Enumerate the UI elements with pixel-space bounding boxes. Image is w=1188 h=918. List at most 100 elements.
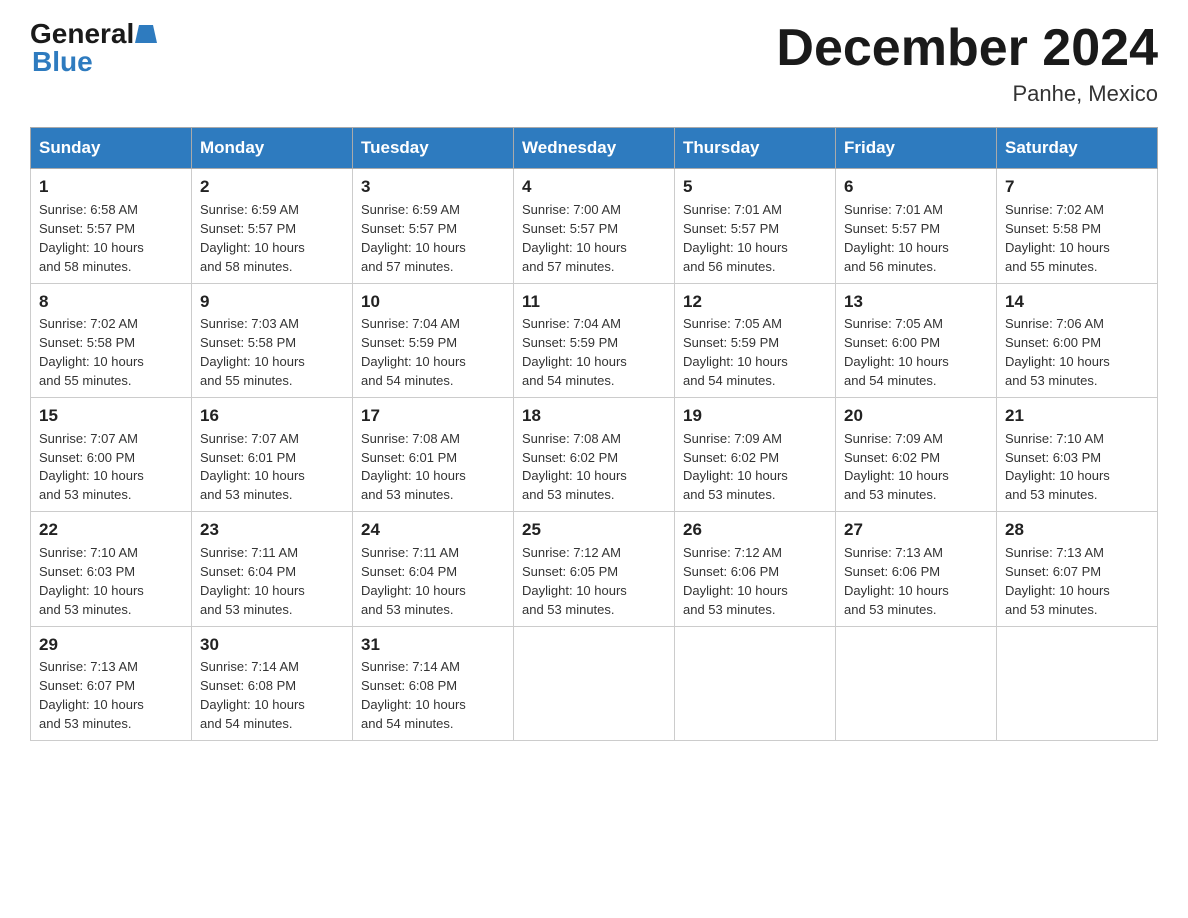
- calendar-cell: [514, 626, 675, 740]
- calendar-cell: 4 Sunrise: 7:00 AM Sunset: 5:57 PM Daylig…: [514, 169, 675, 283]
- day-info: Sunrise: 6:58 AM Sunset: 5:57 PM Dayligh…: [39, 202, 144, 274]
- calendar-cell: 8Sunrise: 7:02 AM Sunset: 5:58 PM Daylig…: [31, 283, 192, 397]
- day-number: 25: [522, 518, 666, 542]
- calendar-cell: 18 Sunrise: 7:08 AM Sunset: 6:02 PM Dayli…: [514, 397, 675, 511]
- calendar-cell: 24 Sunrise: 7:11 AM Sunset: 6:04 PM Dayli…: [353, 512, 514, 626]
- day-info: Sunrise: 7:01 AM Sunset: 5:57 PM Dayligh…: [844, 202, 949, 274]
- day-info: Sunrise: 7:05 AM Sunset: 5:59 PM Dayligh…: [683, 316, 788, 388]
- day-number: 21: [1005, 404, 1149, 428]
- logo-arrow-icon: [135, 25, 157, 43]
- day-info: Sunrise: 7:10 AM Sunset: 6:03 PM Dayligh…: [39, 545, 144, 617]
- week-row-5: 29Sunrise: 7:13 AM Sunset: 6:07 PM Dayli…: [31, 626, 1158, 740]
- page-header: General Blue December 2024 Panhe, Mexico: [30, 20, 1158, 107]
- day-number: 19: [683, 404, 827, 428]
- calendar-cell: 11Sunrise: 7:04 AM Sunset: 5:59 PM Dayli…: [514, 283, 675, 397]
- calendar-cell: 12Sunrise: 7:05 AM Sunset: 5:59 PM Dayli…: [675, 283, 836, 397]
- calendar-cell: 3 Sunrise: 6:59 AM Sunset: 5:57 PM Daylig…: [353, 169, 514, 283]
- day-number: 16: [200, 404, 344, 428]
- calendar-cell: 17 Sunrise: 7:08 AM Sunset: 6:01 PM Dayli…: [353, 397, 514, 511]
- day-info: Sunrise: 7:06 AM Sunset: 6:00 PM Dayligh…: [1005, 316, 1110, 388]
- day-info: Sunrise: 7:13 AM Sunset: 6:06 PM Dayligh…: [844, 545, 949, 617]
- day-number: 9: [200, 290, 344, 314]
- calendar-cell: 13Sunrise: 7:05 AM Sunset: 6:00 PM Dayli…: [836, 283, 997, 397]
- day-info: Sunrise: 7:07 AM Sunset: 6:00 PM Dayligh…: [39, 431, 144, 503]
- day-number: 28: [1005, 518, 1149, 542]
- day-info: Sunrise: 6:59 AM Sunset: 5:57 PM Dayligh…: [361, 202, 466, 274]
- week-row-1: 1 Sunrise: 6:58 AM Sunset: 5:57 PM Daylig…: [31, 169, 1158, 283]
- week-row-3: 15 Sunrise: 7:07 AM Sunset: 6:00 PM Dayli…: [31, 397, 1158, 511]
- day-number: 31: [361, 633, 505, 657]
- day-number: 22: [39, 518, 183, 542]
- day-info: Sunrise: 7:04 AM Sunset: 5:59 PM Dayligh…: [361, 316, 466, 388]
- day-info: Sunrise: 7:02 AM Sunset: 5:58 PM Dayligh…: [1005, 202, 1110, 274]
- calendar-cell: 22 Sunrise: 7:10 AM Sunset: 6:03 PM Dayli…: [31, 512, 192, 626]
- day-number: 1: [39, 175, 183, 199]
- title-section: December 2024 Panhe, Mexico: [776, 20, 1158, 107]
- logo-blue-text: Blue: [32, 46, 93, 78]
- day-number: 5: [683, 175, 827, 199]
- calendar-cell: 31Sunrise: 7:14 AM Sunset: 6:08 PM Dayli…: [353, 626, 514, 740]
- day-number: 14: [1005, 290, 1149, 314]
- calendar-cell: 15 Sunrise: 7:07 AM Sunset: 6:00 PM Dayli…: [31, 397, 192, 511]
- week-row-4: 22 Sunrise: 7:10 AM Sunset: 6:03 PM Dayli…: [31, 512, 1158, 626]
- day-info: Sunrise: 7:07 AM Sunset: 6:01 PM Dayligh…: [200, 431, 305, 503]
- calendar-cell: 5 Sunrise: 7:01 AM Sunset: 5:57 PM Daylig…: [675, 169, 836, 283]
- day-info: Sunrise: 7:08 AM Sunset: 6:01 PM Dayligh…: [361, 431, 466, 503]
- day-number: 23: [200, 518, 344, 542]
- day-number: 29: [39, 633, 183, 657]
- day-info: Sunrise: 7:03 AM Sunset: 5:58 PM Dayligh…: [200, 316, 305, 388]
- week-row-2: 8Sunrise: 7:02 AM Sunset: 5:58 PM Daylig…: [31, 283, 1158, 397]
- calendar-cell: 28 Sunrise: 7:13 AM Sunset: 6:07 PM Dayli…: [997, 512, 1158, 626]
- header-monday: Monday: [192, 128, 353, 169]
- header-wednesday: Wednesday: [514, 128, 675, 169]
- calendar-cell: 29Sunrise: 7:13 AM Sunset: 6:07 PM Dayli…: [31, 626, 192, 740]
- day-info: Sunrise: 7:02 AM Sunset: 5:58 PM Dayligh…: [39, 316, 144, 388]
- day-number: 18: [522, 404, 666, 428]
- calendar-cell: 14Sunrise: 7:06 AM Sunset: 6:00 PM Dayli…: [997, 283, 1158, 397]
- day-number: 13: [844, 290, 988, 314]
- header-tuesday: Tuesday: [353, 128, 514, 169]
- calendar-cell: 23 Sunrise: 7:11 AM Sunset: 6:04 PM Dayli…: [192, 512, 353, 626]
- calendar-cell: [836, 626, 997, 740]
- calendar-cell: 30Sunrise: 7:14 AM Sunset: 6:08 PM Dayli…: [192, 626, 353, 740]
- calendar-cell: 2Sunrise: 6:59 AM Sunset: 5:57 PM Daylig…: [192, 169, 353, 283]
- day-info: Sunrise: 6:59 AM Sunset: 5:57 PM Dayligh…: [200, 202, 305, 274]
- day-info: Sunrise: 7:12 AM Sunset: 6:05 PM Dayligh…: [522, 545, 627, 617]
- calendar-table: SundayMondayTuesdayWednesdayThursdayFrid…: [30, 127, 1158, 741]
- day-info: Sunrise: 7:10 AM Sunset: 6:03 PM Dayligh…: [1005, 431, 1110, 503]
- day-info: Sunrise: 7:08 AM Sunset: 6:02 PM Dayligh…: [522, 431, 627, 503]
- calendar-cell: 26Sunrise: 7:12 AM Sunset: 6:06 PM Dayli…: [675, 512, 836, 626]
- day-number: 30: [200, 633, 344, 657]
- day-info: Sunrise: 7:05 AM Sunset: 6:00 PM Dayligh…: [844, 316, 949, 388]
- month-title: December 2024: [776, 20, 1158, 77]
- header-thursday: Thursday: [675, 128, 836, 169]
- day-number: 12: [683, 290, 827, 314]
- day-info: Sunrise: 7:14 AM Sunset: 6:08 PM Dayligh…: [200, 659, 305, 731]
- day-number: 11: [522, 290, 666, 314]
- day-info: Sunrise: 7:13 AM Sunset: 6:07 PM Dayligh…: [1005, 545, 1110, 617]
- day-info: Sunrise: 7:09 AM Sunset: 6:02 PM Dayligh…: [683, 431, 788, 503]
- header-friday: Friday: [836, 128, 997, 169]
- calendar-cell: 27Sunrise: 7:13 AM Sunset: 6:06 PM Dayli…: [836, 512, 997, 626]
- calendar-cell: [675, 626, 836, 740]
- day-number: 3: [361, 175, 505, 199]
- day-info: Sunrise: 7:09 AM Sunset: 6:02 PM Dayligh…: [844, 431, 949, 503]
- day-number: 15: [39, 404, 183, 428]
- calendar-cell: 20Sunrise: 7:09 AM Sunset: 6:02 PM Dayli…: [836, 397, 997, 511]
- day-info: Sunrise: 7:11 AM Sunset: 6:04 PM Dayligh…: [361, 545, 466, 617]
- logo: General Blue: [30, 20, 158, 78]
- calendar-cell: 6Sunrise: 7:01 AM Sunset: 5:57 PM Daylig…: [836, 169, 997, 283]
- day-number: 4: [522, 175, 666, 199]
- day-info: Sunrise: 7:14 AM Sunset: 6:08 PM Dayligh…: [361, 659, 466, 731]
- day-info: Sunrise: 7:12 AM Sunset: 6:06 PM Dayligh…: [683, 545, 788, 617]
- calendar-header-row: SundayMondayTuesdayWednesdayThursdayFrid…: [31, 128, 1158, 169]
- calendar-cell: 25 Sunrise: 7:12 AM Sunset: 6:05 PM Dayli…: [514, 512, 675, 626]
- day-info: Sunrise: 7:01 AM Sunset: 5:57 PM Dayligh…: [683, 202, 788, 274]
- day-number: 17: [361, 404, 505, 428]
- day-info: Sunrise: 7:11 AM Sunset: 6:04 PM Dayligh…: [200, 545, 305, 617]
- calendar-cell: [997, 626, 1158, 740]
- day-number: 24: [361, 518, 505, 542]
- calendar-cell: 7Sunrise: 7:02 AM Sunset: 5:58 PM Daylig…: [997, 169, 1158, 283]
- calendar-cell: 10Sunrise: 7:04 AM Sunset: 5:59 PM Dayli…: [353, 283, 514, 397]
- day-info: Sunrise: 7:00 AM Sunset: 5:57 PM Dayligh…: [522, 202, 627, 274]
